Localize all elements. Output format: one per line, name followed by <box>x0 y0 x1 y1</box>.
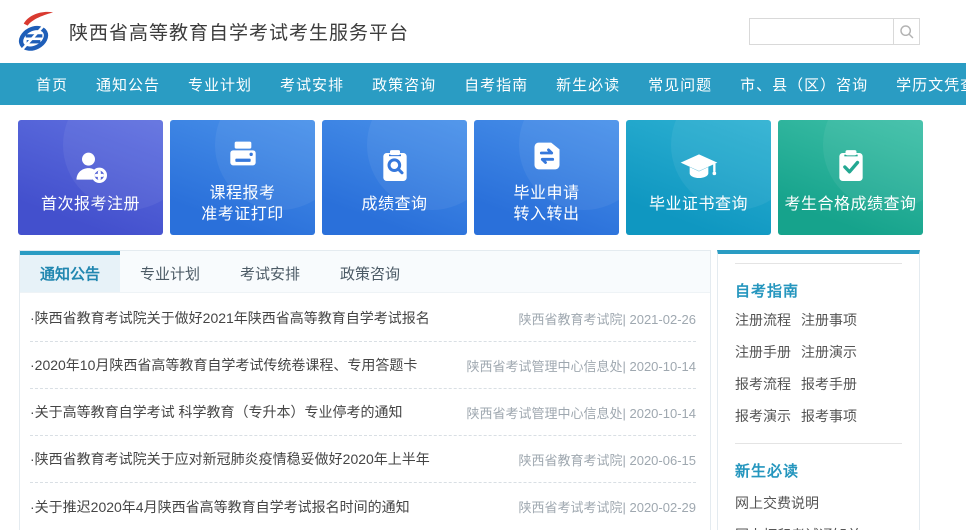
newbie-link-1[interactable]: 网上打印考试通知单 <box>735 525 902 530</box>
site-title: 陕西省高等教育自学考试考生服务平台 <box>69 18 409 45</box>
news-meta: 陕西省教育考试院| 2020-06-15 <box>519 450 697 469</box>
guide-link-2[interactable]: 注册手册 <box>735 342 792 362</box>
guide-link-4[interactable]: 报考流程 <box>735 374 792 394</box>
quick-actions-row: 首次报考注册 课程报考准考证打印 成绩查询 毕业申请转入转出 毕业证书查询 考生合格成绩查… <box>18 120 966 235</box>
guide-link-7[interactable]: 报考事项 <box>801 406 858 426</box>
header: 陕西省高等教育自学考试考生服务平台 <box>0 0 966 63</box>
clipboard-search-icon <box>375 141 415 187</box>
news-list: ·陕西省教育考试院关于做好2021年陕西省高等教育自学考试报名陕西省教育考试院|… <box>20 293 710 530</box>
tile-label: 毕业证书查询 <box>649 194 748 215</box>
nav-item-4[interactable]: 政策咨询 <box>358 74 450 95</box>
tab-0[interactable]: 通知公告 <box>20 251 120 292</box>
newbie-section-title: 新生必读 <box>735 460 902 481</box>
notice-panel: 通知公告专业计划考试安排政策咨询 ·陕西省教育考试院关于做好2021年陕西省高等… <box>19 250 711 530</box>
person-add-icon <box>71 141 111 187</box>
printer-icon <box>223 130 263 176</box>
search-button[interactable] <box>893 18 920 45</box>
tile-label: 课程报考准考证打印 <box>201 183 284 225</box>
tile-label: 首次报考注册 <box>41 194 140 215</box>
tab-1[interactable]: 专业计划 <box>120 251 220 292</box>
nav-item-2[interactable]: 专业计划 <box>174 74 266 95</box>
guide-link-0[interactable]: 注册流程 <box>735 310 792 330</box>
news-title[interactable]: ·陕西省教育考试院关于应对新冠肺炎疫情稳妥做好2020年上半年 <box>30 449 430 469</box>
news-item[interactable]: ·关于推迟2020年4月陕西省高等教育自学考试报名时间的通知 陕西省考试考试院| … <box>30 483 696 530</box>
tab-bar: 通知公告专业计划考试安排政策咨询 <box>20 251 710 293</box>
nav-item-7[interactable]: 常见问题 <box>634 74 726 95</box>
tile-label: 毕业申请转入转出 <box>513 183 579 225</box>
guide-link-6[interactable]: 报考演示 <box>735 406 792 426</box>
tile-label: 成绩查询 <box>361 194 427 215</box>
nav-item-5[interactable]: 自考指南 <box>450 74 542 95</box>
news-meta: 陕西省考试管理中心信息处| 2020-10-14 <box>467 403 697 422</box>
guide-section-title: 自考指南 <box>735 280 902 301</box>
nav-item-6[interactable]: 新生必读 <box>542 74 634 95</box>
guide-link-1[interactable]: 注册事项 <box>801 310 858 330</box>
search-box <box>749 18 920 45</box>
newbie-link-0[interactable]: 网上交费说明 <box>735 493 902 513</box>
nav-item-9[interactable]: 学历文凭查询 <box>882 74 966 95</box>
shaanxi-selfexam-logo-icon <box>12 7 59 57</box>
tab-2[interactable]: 考试安排 <box>220 251 320 292</box>
nav-item-8[interactable]: 市、县（区）咨询 <box>726 74 882 95</box>
search-input[interactable] <box>749 18 893 45</box>
news-item[interactable]: ·陕西省教育考试院关于做好2021年陕西省高等教育自学考试报名 陕西省教育考试院|… <box>30 295 696 342</box>
main-content: 通知公告专业计划考试安排政策咨询 ·陕西省教育考试院关于做好2021年陕西省高等… <box>19 250 966 530</box>
news-title[interactable]: ·关于推迟2020年4月陕西省高等教育自学考试报名时间的通知 <box>30 497 410 517</box>
sidebar: 自考指南 注册流程注册事项注册手册注册演示报考流程报考手册报考演示报考事项 新生… <box>717 250 920 530</box>
news-item[interactable]: ·陕西省教育考试院关于应对新冠肺炎疫情稳妥做好2020年上半年 陕西省教育考试院|… <box>30 436 696 483</box>
news-title[interactable]: ·2020年10月陕西省高等教育自学考试传统卷课程、专用答题卡 <box>30 355 417 375</box>
news-meta: 陕西省考试管理中心信息处| 2020-10-14 <box>467 356 697 375</box>
tile-diploma-query[interactable]: 毕业证书查询 <box>626 120 771 235</box>
tile-course-register-print[interactable]: 课程报考准考证打印 <box>170 120 315 235</box>
clipboard-check-icon <box>831 141 871 187</box>
nav-item-0[interactable]: 首页 <box>22 74 82 95</box>
nav-item-1[interactable]: 通知公告 <box>82 74 174 95</box>
nav-item-3[interactable]: 考试安排 <box>266 74 358 95</box>
sidebar-top-divider <box>735 263 902 264</box>
news-title[interactable]: ·陕西省教育考试院关于做好2021年陕西省高等教育自学考试报名 <box>30 308 430 328</box>
tile-graduation-transfer[interactable]: 毕业申请转入转出 <box>474 120 619 235</box>
news-item[interactable]: ·2020年10月陕西省高等教育自学考试传统卷课程、专用答题卡 陕西省考试管理中心… <box>30 342 696 389</box>
sidebar-divider <box>735 443 902 444</box>
main-nav: 首页通知公告专业计划考试安排政策咨询自考指南新生必读常见问题市、县（区）咨询学历… <box>0 63 966 105</box>
transfer-icon <box>527 130 567 176</box>
guide-link-5[interactable]: 报考手册 <box>801 374 858 394</box>
tile-label: 考生合格成绩查询 <box>784 194 916 215</box>
guide-links: 注册流程注册事项注册手册注册演示报考流程报考手册报考演示报考事项 <box>735 304 902 432</box>
tile-score-query[interactable]: 成绩查询 <box>322 120 467 235</box>
news-meta: 陕西省教育考试院| 2021-02-26 <box>519 309 697 328</box>
graduation-cap-icon <box>679 141 719 187</box>
news-title[interactable]: ·关于高等教育自学考试 科学教育（专升本）专业停考的通知 <box>30 402 403 422</box>
news-meta: 陕西省考试考试院| 2020-02-29 <box>519 497 697 516</box>
news-item[interactable]: ·关于高等教育自学考试 科学教育（专升本）专业停考的通知 陕西省考试管理中心信息处… <box>30 389 696 436</box>
tab-3[interactable]: 政策咨询 <box>320 251 420 292</box>
search-icon <box>898 23 915 40</box>
newbie-links: 网上交费说明网上打印考试通知单 <box>735 493 902 530</box>
tile-first-register[interactable]: 首次报考注册 <box>18 120 163 235</box>
tile-qualified-score-query[interactable]: 考生合格成绩查询 <box>778 120 923 235</box>
guide-link-3[interactable]: 注册演示 <box>801 342 858 362</box>
